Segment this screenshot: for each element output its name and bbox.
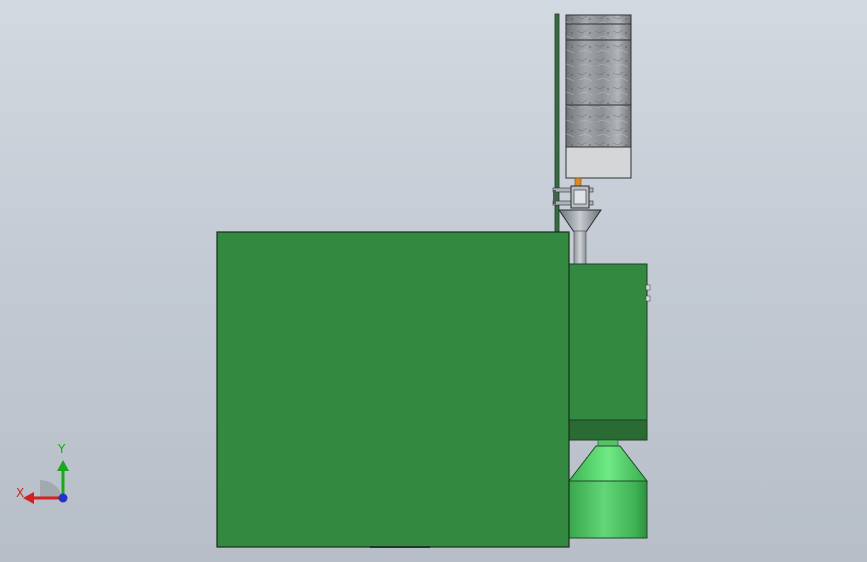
side-cabinet[interactable] xyxy=(567,263,651,441)
hopper-funnel[interactable] xyxy=(558,209,602,233)
tank-spout xyxy=(574,177,582,187)
graphics-viewport[interactable]: Y X xyxy=(0,0,867,562)
x-axis-label: X xyxy=(16,486,25,500)
model-view[interactable] xyxy=(0,0,867,562)
main-enclosure[interactable] xyxy=(216,231,570,548)
dust-collector-tank[interactable] xyxy=(565,14,632,179)
coordinate-triad: Y X xyxy=(10,440,80,510)
discharge-hopper[interactable] xyxy=(567,439,649,539)
y-axis-label: Y xyxy=(58,442,66,456)
feed-pipe[interactable] xyxy=(573,230,587,266)
z-axis-dot xyxy=(58,493,68,503)
